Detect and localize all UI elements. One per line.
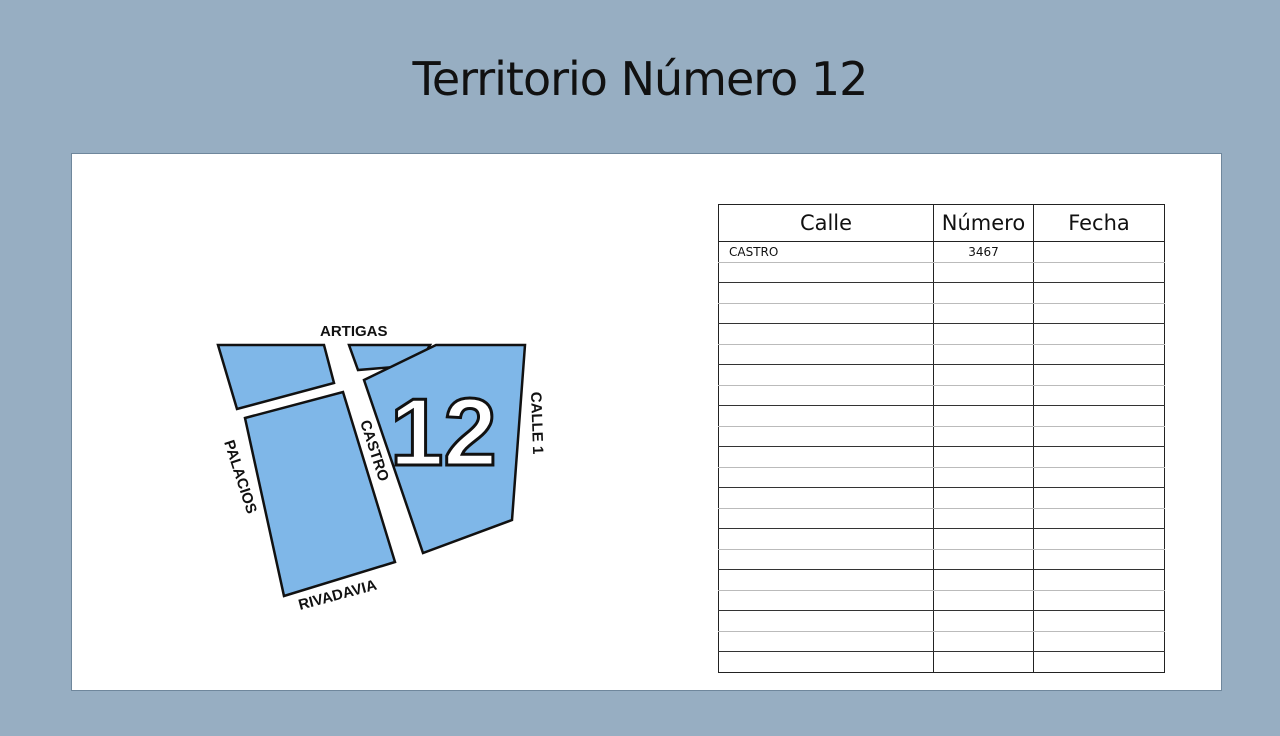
table-row <box>718 303 1165 324</box>
street-label-artigas: ARTIGAS <box>320 323 388 340</box>
cell-numero[interactable] <box>933 528 1034 550</box>
table-row <box>718 569 1165 591</box>
column-header-fecha: Fecha <box>1033 204 1165 242</box>
cell-calle[interactable]: CASTRO <box>718 241 934 263</box>
column-header-calle: Calle <box>718 204 934 242</box>
visit-log-table: Calle Número Fecha CASTRO 3467 <box>718 204 1165 673</box>
cell-numero[interactable] <box>933 426 1034 447</box>
cell-calle[interactable] <box>718 487 934 509</box>
table-row <box>718 508 1165 529</box>
cell-fecha[interactable] <box>1033 446 1165 468</box>
table-row: CASTRO 3467 <box>718 241 1165 263</box>
cell-numero[interactable] <box>933 405 1034 427</box>
table-row <box>718 487 1165 509</box>
street-label-calle-1: CALLE 1 <box>527 392 546 455</box>
table-row <box>718 385 1165 406</box>
cell-numero[interactable] <box>933 446 1034 468</box>
cell-numero[interactable] <box>933 282 1034 304</box>
cell-numero[interactable] <box>933 385 1034 406</box>
page-title: Territorio Número 12 <box>412 52 869 106</box>
territory-map: 12 ARTIGAS CASTRO PALACIOS RIVADAVIA CAL… <box>216 323 546 614</box>
cell-fecha[interactable] <box>1033 651 1165 673</box>
table-row <box>718 590 1165 611</box>
cell-calle[interactable] <box>718 631 934 652</box>
cell-numero[interactable] <box>933 467 1034 488</box>
cell-fecha[interactable] <box>1033 323 1165 345</box>
cell-calle[interactable] <box>718 323 934 345</box>
cell-fecha[interactable] <box>1033 344 1165 365</box>
cell-calle[interactable] <box>718 528 934 550</box>
cell-numero[interactable] <box>933 590 1034 611</box>
table-header-row: Calle Número Fecha <box>718 204 1165 242</box>
cell-numero[interactable] <box>933 549 1034 570</box>
cell-fecha[interactable] <box>1033 549 1165 570</box>
cell-fecha[interactable] <box>1033 508 1165 529</box>
cell-fecha[interactable] <box>1033 303 1165 324</box>
cell-fecha[interactable] <box>1033 426 1165 447</box>
cell-fecha[interactable] <box>1033 487 1165 509</box>
cell-fecha[interactable] <box>1033 631 1165 652</box>
cell-calle[interactable] <box>718 569 934 591</box>
cell-numero[interactable] <box>933 487 1034 509</box>
cell-calle[interactable] <box>718 405 934 427</box>
table-row <box>718 282 1165 304</box>
cell-numero[interactable]: 3467 <box>933 241 1034 263</box>
cell-numero[interactable] <box>933 364 1034 386</box>
table-row <box>718 426 1165 447</box>
cell-numero[interactable] <box>933 610 1034 632</box>
cell-calle[interactable] <box>718 426 934 447</box>
cell-calle[interactable] <box>718 344 934 365</box>
cell-numero[interactable] <box>933 631 1034 652</box>
cell-calle[interactable] <box>718 590 934 611</box>
cell-numero[interactable] <box>933 508 1034 529</box>
cell-calle[interactable] <box>718 385 934 406</box>
cell-calle[interactable] <box>718 549 934 570</box>
table-row <box>718 528 1165 550</box>
table-row <box>718 467 1165 488</box>
table-row <box>718 549 1165 570</box>
cell-calle[interactable] <box>718 446 934 468</box>
cell-fecha[interactable] <box>1033 385 1165 406</box>
table-row <box>718 364 1165 386</box>
cell-fecha[interactable] <box>1033 282 1165 304</box>
cell-calle[interactable] <box>718 651 934 673</box>
cell-calle[interactable] <box>718 364 934 386</box>
table-row <box>718 405 1165 427</box>
cell-numero[interactable] <box>933 323 1034 345</box>
cell-numero[interactable] <box>933 303 1034 324</box>
cell-calle[interactable] <box>718 303 934 324</box>
table-row <box>718 651 1165 673</box>
cell-calle[interactable] <box>718 262 934 283</box>
table-row <box>718 262 1165 283</box>
cell-calle[interactable] <box>718 282 934 304</box>
column-header-numero: Número <box>933 204 1034 242</box>
cell-fecha[interactable] <box>1033 405 1165 427</box>
table-row <box>718 344 1165 365</box>
cell-numero[interactable] <box>933 262 1034 283</box>
table-row <box>718 446 1165 468</box>
cell-fecha[interactable] <box>1033 528 1165 550</box>
cell-fecha[interactable] <box>1033 241 1165 263</box>
territory-number-label: 12 <box>390 379 497 486</box>
cell-fecha[interactable] <box>1033 569 1165 591</box>
cell-numero[interactable] <box>933 569 1034 591</box>
cell-fecha[interactable] <box>1033 610 1165 632</box>
cell-fecha[interactable] <box>1033 364 1165 386</box>
cell-calle[interactable] <box>718 508 934 529</box>
cell-fecha[interactable] <box>1033 467 1165 488</box>
cell-numero[interactable] <box>933 344 1034 365</box>
cell-fecha[interactable] <box>1033 262 1165 283</box>
table-row <box>718 631 1165 652</box>
cell-calle[interactable] <box>718 467 934 488</box>
table-row <box>718 323 1165 345</box>
cell-fecha[interactable] <box>1033 590 1165 611</box>
cell-calle[interactable] <box>718 610 934 632</box>
table-row <box>718 610 1165 632</box>
cell-numero[interactable] <box>933 651 1034 673</box>
